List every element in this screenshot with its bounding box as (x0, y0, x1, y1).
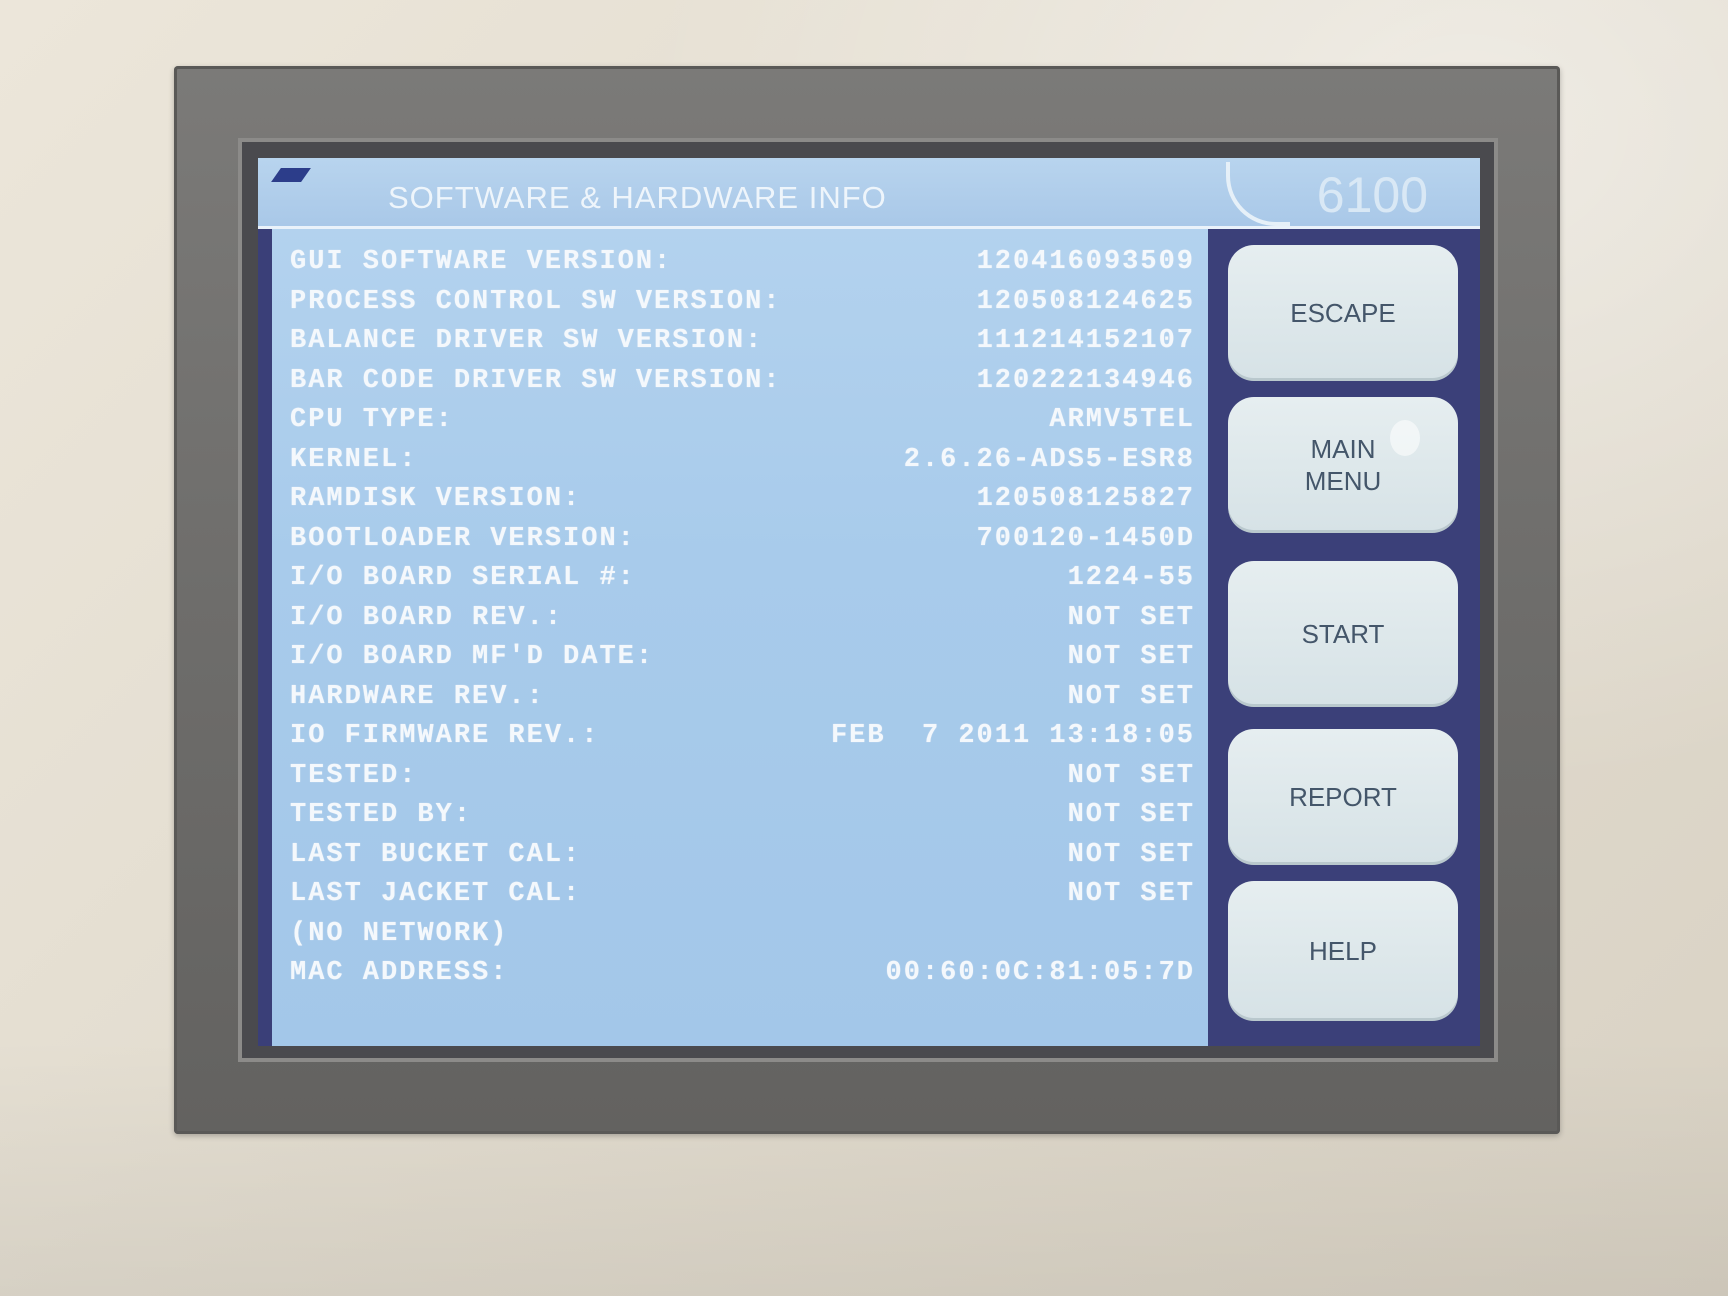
info-row-tested: TESTED: NOT SET (290, 757, 1195, 797)
soft-button-column: ESCAPE MAIN MENU START REPORT HELP (1208, 229, 1480, 1046)
info-value: NOT SET (1067, 839, 1195, 870)
info-row-bootloader-version: BOOTLOADER VERSION: 700120-1450D (290, 520, 1195, 560)
info-panel: GUI SOFTWARE VERSION: 120416093509 PROCE… (272, 229, 1208, 1046)
info-label: MAC ADDRESS: (290, 958, 509, 988)
title-slash-icon (271, 168, 311, 182)
info-label: (NO NETWORK) (290, 918, 509, 949)
info-label: IO FIRMWARE REV.: (290, 721, 600, 751)
info-row-kernel: KERNEL: 2.6.26-ADS5-ESR8 (290, 441, 1195, 481)
title-bar: SOFTWARE & HARDWARE INFO 6100 (258, 158, 1480, 229)
info-label: LAST BUCKET CAL: (290, 839, 582, 870)
info-row-last-bucket-cal: LAST BUCKET CAL: NOT SET (290, 836, 1195, 876)
info-row-network-status: (NO NETWORK) (290, 915, 1195, 955)
info-value: NOT SET (1067, 800, 1195, 830)
info-label: CPU TYPE: (290, 405, 454, 435)
info-value: 120508125827 (976, 484, 1195, 514)
info-row-io-board-serial: I/O BOARD SERIAL #: 1224-55 (290, 559, 1195, 599)
info-list: GUI SOFTWARE VERSION: 120416093509 PROCE… (290, 243, 1195, 994)
info-row-last-jacket-cal: LAST JACKET CAL: NOT SET (290, 875, 1195, 915)
info-value: 1224-55 (1067, 563, 1195, 593)
info-row-balance-driver-sw-version: BALANCE DRIVER SW VERSION: 111214152107 (290, 322, 1195, 362)
info-row-io-board-rev: I/O BOARD REV.: NOT SET (290, 599, 1195, 639)
info-row-hardware-rev: HARDWARE REV.: NOT SET (290, 678, 1195, 718)
info-value: NOT SET (1067, 681, 1195, 712)
info-label: PROCESS CONTROL SW VERSION: (290, 286, 782, 317)
screen-glare (1390, 420, 1420, 456)
info-value: ARMV5TEL (1049, 405, 1195, 435)
info-label: BALANCE DRIVER SW VERSION: (290, 326, 764, 356)
info-row-process-control-sw-version: PROCESS CONTROL SW VERSION: 120508124625 (290, 283, 1195, 323)
start-button[interactable]: START (1228, 561, 1458, 707)
info-row-cpu-type: CPU TYPE: ARMV5TEL (290, 401, 1195, 441)
page-title: SOFTWARE & HARDWARE INFO (388, 180, 887, 215)
info-value: NOT SET (1067, 760, 1195, 791)
info-label: RAMDISK VERSION: (290, 484, 582, 514)
info-label: I/O BOARD MF'D DATE: (290, 642, 655, 672)
info-label: HARDWARE REV.: (290, 681, 545, 712)
info-label: I/O BOARD REV.: (290, 602, 564, 633)
touch-screen: SOFTWARE & HARDWARE INFO 6100 GUI SOFTWA… (258, 158, 1480, 1046)
info-value: NOT SET (1067, 642, 1195, 672)
info-label: TESTED: (290, 760, 418, 791)
info-label: LAST JACKET CAL: (290, 879, 582, 909)
info-label: TESTED BY: (290, 800, 473, 830)
model-number: 6100 (1316, 167, 1428, 223)
info-label: GUI SOFTWARE VERSION: (290, 247, 673, 277)
escape-button[interactable]: ESCAPE (1228, 245, 1458, 381)
info-row-tested-by: TESTED BY: NOT SET (290, 796, 1195, 836)
info-label: KERNEL: (290, 444, 418, 475)
info-row-gui-software-version: GUI SOFTWARE VERSION: 120416093509 (290, 243, 1195, 283)
report-button[interactable]: REPORT (1228, 729, 1458, 865)
info-value: NOT SET (1067, 879, 1195, 909)
help-button[interactable]: HELP (1228, 881, 1458, 1021)
info-value: FEB 7 2011 13:18:05 (830, 721, 1195, 751)
info-value: 120222134946 (976, 365, 1195, 396)
info-value: 00:60:0C:81:05:7D (885, 958, 1195, 988)
info-row-bar-code-driver-sw-version: BAR CODE DRIVER SW VERSION: 120222134946 (290, 362, 1195, 402)
info-row-io-firmware-rev: IO FIRMWARE REV.: FEB 7 2011 13:18:05 (290, 717, 1195, 757)
info-row-mac-address: MAC ADDRESS: 00:60:0C:81:05:7D (290, 954, 1195, 994)
info-label: I/O BOARD SERIAL #: (290, 563, 636, 593)
title-swoosh-icon (1226, 162, 1290, 226)
info-value: 120416093509 (976, 247, 1195, 277)
info-row-io-board-mfd-date: I/O BOARD MF'D DATE: NOT SET (290, 638, 1195, 678)
main-menu-button[interactable]: MAIN MENU (1228, 397, 1458, 533)
info-value: NOT SET (1067, 602, 1195, 633)
info-row-ramdisk-version: RAMDISK VERSION: 120508125827 (290, 480, 1195, 520)
info-value: 111214152107 (976, 326, 1195, 356)
info-label: BAR CODE DRIVER SW VERSION: (290, 365, 782, 396)
info-value: 120508124625 (976, 286, 1195, 317)
info-value: 2.6.26-ADS5-ESR8 (903, 444, 1195, 475)
info-label: BOOTLOADER VERSION: (290, 523, 636, 554)
info-value: 700120-1450D (976, 523, 1195, 554)
